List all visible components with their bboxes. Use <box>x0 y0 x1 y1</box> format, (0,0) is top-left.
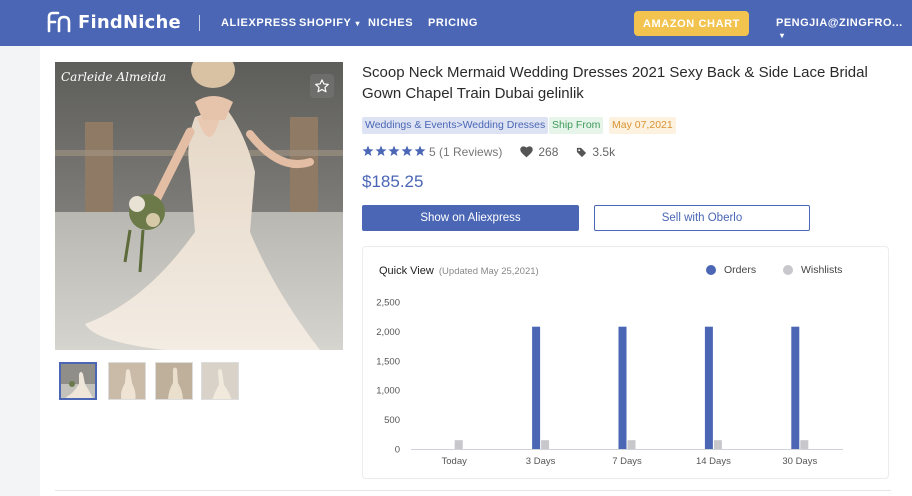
nav-link-pricing[interactable]: PRICING <box>428 17 478 29</box>
thumbnail-image <box>202 363 238 399</box>
bar-orders-3-days <box>532 326 541 449</box>
nav-link-shopify-label: SHOPIFY <box>299 17 352 29</box>
bar-orders-14-days <box>704 326 713 449</box>
rating-stars <box>362 145 428 160</box>
x-tick-label: Today <box>442 456 468 467</box>
nav-link-aliexpress[interactable]: ALIEXPRESS <box>221 17 297 29</box>
show-on-aliexpress-button[interactable]: Show on Aliexpress <box>362 205 579 231</box>
bar-wishlists-today <box>454 440 463 449</box>
photo-credit: Carleide Almeida <box>61 70 167 84</box>
likes-value: 268 <box>538 145 559 159</box>
product-thumbnail[interactable] <box>108 362 146 400</box>
product-thumbnail[interactable] <box>155 362 193 400</box>
top-navbar: FindNiche ALIEXPRESS SHOPIFY ▾ NICHES PRI… <box>0 0 912 46</box>
tag-icon <box>577 147 587 157</box>
quick-view-chart: 0 500 1,000 1,500 2,000 2,500 Today 3 Days 7 Day… <box>376 298 843 467</box>
ship-from-tag: Ship From <box>549 117 604 134</box>
heart-icon <box>520 146 534 158</box>
y-tick-label: 2,000 <box>376 327 400 338</box>
likes-count: 268 <box>520 145 558 159</box>
views-count: 3.5k <box>576 145 615 159</box>
nav-link-shopify[interactable]: SHOPIFY ▾ <box>299 17 360 29</box>
bar-wishlists-30-days <box>800 440 809 449</box>
nav-link-niches[interactable]: NICHES <box>368 17 413 29</box>
thumbnail-image <box>156 363 192 399</box>
user-email: PENGJIA@ZINGFRO... <box>776 17 903 29</box>
y-tick-label: 2,500 <box>376 298 400 309</box>
quick-view-panel: Quick View (Updated May 25,2021) Orders … <box>362 246 889 479</box>
product-main-image[interactable]: Carleide Almeida <box>55 62 343 350</box>
x-tick-label: 14 Days <box>696 456 731 467</box>
thumbnail-image <box>109 363 145 399</box>
y-tick-label: 1,000 <box>376 386 400 397</box>
nav-separator <box>199 15 200 31</box>
thumbnail-image <box>61 364 95 398</box>
product-price: $185.25 <box>362 172 424 191</box>
product-title: Scoop Neck Mermaid Wedding Dresses 2021 … <box>362 64 868 102</box>
bar-wishlists-14-days <box>713 440 722 449</box>
star-icon <box>362 145 426 156</box>
amazon-chart-button[interactable]: AMAZON CHART <box>634 11 749 36</box>
user-menu[interactable]: PENGJIA@ZINGFRO... ▾ <box>776 17 912 41</box>
chevron-down-icon: ▾ <box>780 31 785 40</box>
chevron-down-icon: ▾ <box>355 19 361 28</box>
bar-wishlists-3-days <box>541 440 550 449</box>
star-outline-icon <box>315 79 329 93</box>
sell-with-oberlo-button[interactable]: Sell with Oberlo <box>594 205 810 231</box>
y-tick-label: 0 <box>395 445 400 456</box>
views-value: 3.5k <box>592 145 616 159</box>
product-meta: 5 (1 Reviews) 268 3.5k <box>362 144 615 160</box>
x-tick-label: 7 Days <box>612 456 642 467</box>
logo-text: FindNiche <box>78 11 181 33</box>
y-tick-label: 1,500 <box>376 356 400 367</box>
bar-orders-30-days <box>791 326 800 449</box>
findniche-logo[interactable]: FindNiche <box>46 11 181 33</box>
category-tag[interactable]: Weddings & Events>Wedding Dresses <box>362 117 549 134</box>
date-tag: May 07,2021 <box>609 117 676 134</box>
findniche-logo-icon <box>47 11 71 33</box>
rating-text[interactable]: 5 (1 Reviews) <box>429 145 502 159</box>
x-tick-label: 30 Days <box>782 456 817 467</box>
bottom-divider <box>55 490 891 491</box>
product-thumbnail[interactable] <box>59 362 97 400</box>
bar-wishlists-7-days <box>627 440 636 449</box>
product-thumbnail[interactable] <box>201 362 239 400</box>
y-tick-label: 500 <box>384 415 400 426</box>
bar-orders-7-days <box>618 326 627 449</box>
x-tick-label: 3 Days <box>526 456 556 467</box>
product-photo <box>55 62 343 350</box>
favorite-button[interactable] <box>310 74 334 98</box>
